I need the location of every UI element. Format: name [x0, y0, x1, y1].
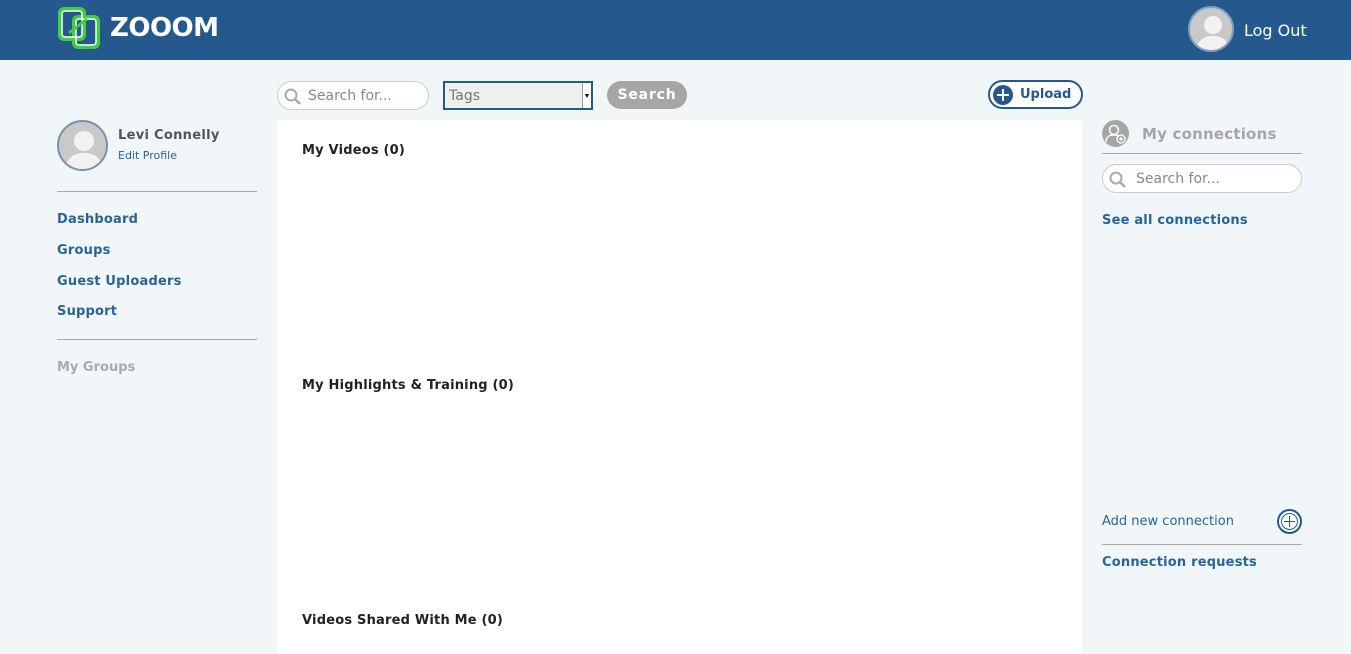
upload-button-label: Upload — [1020, 87, 1072, 102]
plus-icon — [993, 85, 1013, 105]
sidebar-divider — [57, 339, 257, 340]
connections-divider — [1102, 544, 1302, 545]
brand-name: ZOOOM — [110, 13, 219, 43]
brand-logo[interactable]: ZOOOM — [57, 6, 219, 50]
profile-name: Levi Connelly — [118, 128, 220, 143]
logout-link[interactable]: Log Out — [1244, 21, 1307, 40]
video-search-field[interactable] — [277, 81, 429, 110]
sidebar-item-groups[interactable]: Groups — [57, 243, 111, 258]
my-videos-heading: My Videos (0) — [302, 143, 406, 158]
add-connection-link[interactable]: Add new connection — [1102, 514, 1234, 529]
connections-search-input[interactable] — [1136, 170, 1296, 188]
upload-button[interactable]: Upload — [988, 80, 1083, 109]
shared-videos-heading: Videos Shared With Me (0) — [302, 613, 504, 628]
top-header: ZOOOM Log Out — [0, 0, 1351, 60]
add-connection-button[interactable] — [1277, 509, 1302, 534]
sidebar-item-dashboard[interactable]: Dashboard — [57, 212, 138, 227]
connections-title: My connections — [1142, 125, 1277, 143]
tags-select-value: Tags — [449, 88, 480, 104]
edit-profile-link[interactable]: Edit Profile — [118, 149, 177, 162]
zooom-logo-icon — [58, 7, 100, 49]
search-icon — [284, 88, 301, 105]
user-connection-icon — [1105, 124, 1126, 144]
tags-select[interactable]: Tags — [443, 81, 593, 110]
user-silhouette-icon — [1196, 16, 1230, 50]
my-highlights-heading: My Highlights & Training (0) — [302, 378, 515, 393]
search-button[interactable]: Search — [607, 81, 687, 109]
connections-icon — [1102, 120, 1129, 147]
connection-requests-link[interactable]: Connection requests — [1102, 555, 1257, 570]
chevron-down-icon — [582, 83, 591, 108]
user-avatar[interactable] — [1188, 6, 1234, 52]
my-groups-heading: My Groups — [57, 360, 136, 375]
profile-avatar[interactable] — [57, 120, 108, 171]
main-content-panel: My Videos (0) My Highlights & Training (… — [277, 120, 1082, 654]
sidebar-divider — [57, 191, 257, 192]
sidebar-item-support[interactable]: Support — [57, 304, 117, 319]
see-all-connections-link[interactable]: See all connections — [1102, 213, 1248, 228]
sidebar-item-guest-uploaders[interactable]: Guest Uploaders — [57, 274, 182, 289]
search-icon — [1109, 171, 1126, 188]
user-silhouette-icon — [65, 131, 103, 169]
connections-divider — [1102, 153, 1302, 154]
connections-search-field[interactable] — [1102, 164, 1302, 193]
video-search-input[interactable] — [308, 87, 423, 105]
plus-icon — [1281, 513, 1298, 530]
